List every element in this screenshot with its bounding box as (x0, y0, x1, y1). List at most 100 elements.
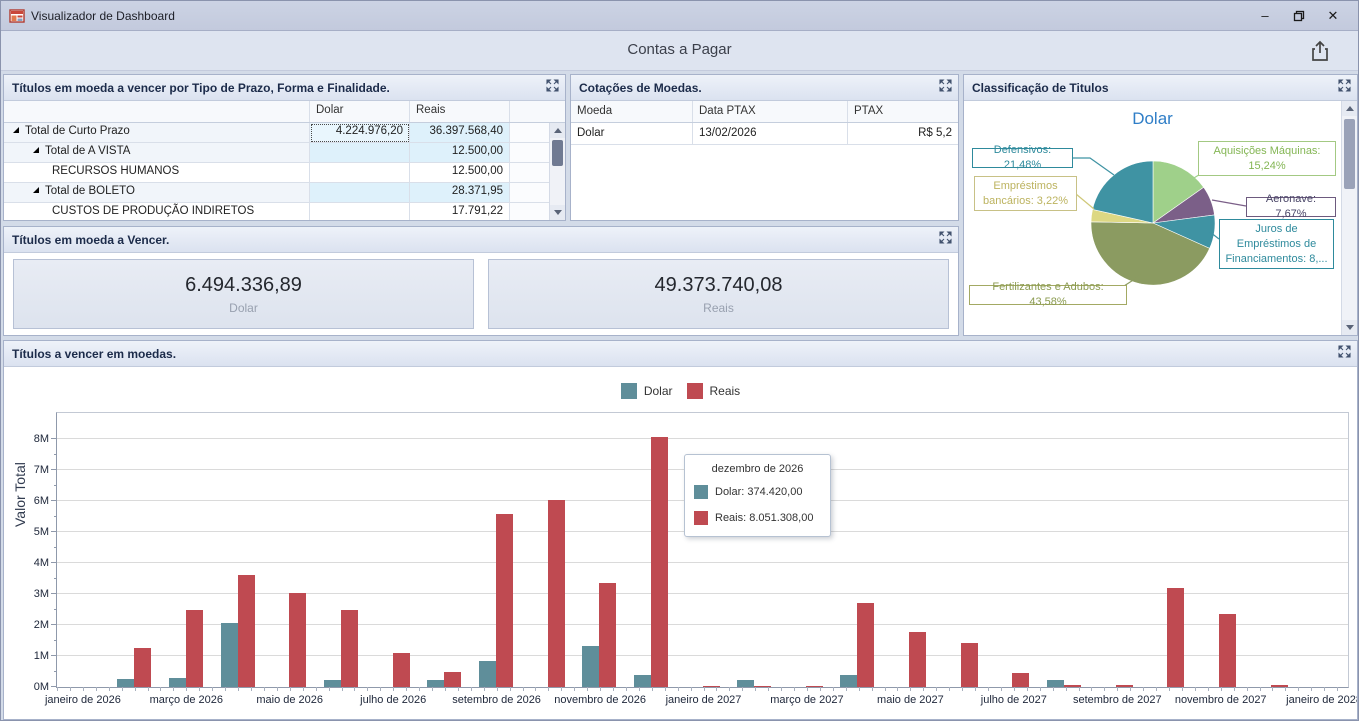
column-header-dolar[interactable]: Dolar (310, 101, 410, 122)
bar-reais-8[interactable] (444, 672, 461, 688)
row-label[interactable]: CUSTOS DE PRODUÇÃO INDIRETOS (4, 203, 310, 220)
bar-dolar-14[interactable] (737, 680, 754, 687)
bar-reais-19[interactable] (1012, 673, 1029, 687)
bar-reais-23[interactable] (1219, 614, 1236, 687)
bar-reais-18[interactable] (961, 643, 978, 687)
cell-dolar[interactable]: 4.224.976,20 (310, 123, 410, 143)
tree-table-column-headers[interactable]: Dolar Reais (4, 101, 565, 123)
cell-moeda[interactable]: Dolar (571, 123, 693, 144)
cell-dolar[interactable] (310, 143, 410, 163)
legend-label: Reais (710, 384, 741, 398)
bar-reais-11[interactable] (599, 583, 616, 687)
export-button[interactable] (1308, 39, 1332, 63)
table-row[interactable]: CUSTOS DE PRODUÇÃO INDIRETOS 17.791,22 (4, 203, 565, 220)
expanded-node-icon[interactable] (12, 126, 20, 134)
table-row[interactable]: Total de BOLETO 28.371,95 (4, 183, 565, 203)
scroll-up-button[interactable] (550, 123, 565, 138)
kpi-card-dolar[interactable]: 6.494.336,89 Dolar (13, 259, 474, 329)
maximize-panel-button[interactable] (939, 231, 952, 249)
cell-ptax[interactable]: R$ 5,2 (848, 123, 958, 144)
x-tick (510, 687, 511, 691)
x-tick (574, 687, 575, 691)
bar-reais-22[interactable] (1167, 588, 1184, 687)
bar-dolar-16[interactable] (840, 675, 857, 687)
column-header-ptax[interactable]: PTAX (848, 101, 958, 122)
bar-reais-10[interactable] (548, 500, 565, 687)
cell-data-ptax[interactable]: 13/02/2026 (693, 123, 848, 144)
bar-reais-9[interactable] (496, 514, 513, 687)
row-label[interactable]: Total de Curto Prazo (4, 123, 310, 143)
legend-item-reais[interactable]: Reais (687, 383, 741, 399)
row-label[interactable]: RECURSOS HUMANOS (4, 163, 310, 183)
bar-reais-7[interactable] (393, 653, 410, 687)
quotes-table: Moeda Data PTAX PTAX Dolar 13/02/2026 R$… (571, 101, 958, 220)
column-header-blank[interactable] (4, 101, 310, 122)
legend-item-dolar[interactable]: Dolar (621, 383, 673, 399)
row-label[interactable]: Total de A VISTA (4, 143, 310, 163)
table-row[interactable]: RECURSOS HUMANOS 12.500,00 (4, 163, 565, 183)
column-header-moeda[interactable]: Moeda (571, 101, 693, 122)
bar-dolar-6[interactable] (324, 680, 341, 687)
close-button[interactable]: ✕ (1316, 5, 1350, 27)
maximize-icon (939, 79, 952, 92)
bar-dolar-9[interactable] (479, 661, 496, 687)
bar-reais-2[interactable] (134, 648, 151, 687)
table-row[interactable]: Total de A VISTA 12.500,00 (4, 143, 565, 163)
bar-dolar-2[interactable] (117, 679, 134, 687)
x-tick (354, 687, 355, 691)
cell-reais[interactable]: 28.371,95 (410, 183, 510, 203)
scroll-down-button[interactable] (1342, 320, 1357, 335)
pie-panel-scrollbar[interactable] (1341, 101, 1357, 335)
maximize-panel-button[interactable] (546, 79, 559, 97)
bar-reais-3[interactable] (186, 610, 203, 687)
row-label[interactable]: Total de BOLETO (4, 183, 310, 203)
panel-title: Títulos a vencer em moedas. (12, 347, 1338, 361)
column-header-data-ptax[interactable]: Data PTAX (693, 101, 848, 122)
bar-dolar-8[interactable] (427, 680, 444, 687)
cell-reais[interactable]: 12.500,00 (410, 163, 510, 183)
cell-reais[interactable]: 36.397.568,40 (410, 123, 510, 143)
bar-reais-6[interactable] (341, 610, 358, 687)
minimize-button[interactable]: – (1248, 5, 1282, 27)
bar-dolar-20[interactable] (1047, 680, 1064, 687)
bar-reais-4[interactable] (238, 575, 255, 687)
column-header-reais[interactable]: Reais (410, 101, 510, 122)
tree-table-scrollbar[interactable] (549, 123, 565, 220)
bar-dolar-4[interactable] (221, 623, 238, 687)
kpi-card-reais[interactable]: 49.373.740,08 Reais (488, 259, 949, 329)
scrollbar-thumb[interactable] (1344, 119, 1355, 189)
bar-reais-12[interactable] (651, 437, 668, 687)
x-tick (1324, 687, 1325, 691)
bar-dolar-11[interactable] (582, 646, 599, 687)
restore-button[interactable] (1282, 5, 1316, 27)
bar-dolar-12[interactable] (634, 675, 651, 687)
x-tick (1221, 687, 1222, 691)
x-tick (523, 687, 524, 691)
expanded-node-icon[interactable] (32, 146, 40, 154)
chart-tooltip: dezembro de 2026 Dolar: 374.420,00 Reais… (684, 454, 831, 537)
bar-reais-16[interactable] (857, 603, 874, 687)
expanded-node-icon[interactable] (32, 186, 40, 194)
quotes-column-headers[interactable]: Moeda Data PTAX PTAX (571, 101, 958, 123)
x-tick (910, 687, 911, 691)
scroll-down-button[interactable] (550, 205, 565, 220)
table-row[interactable]: Total de Curto Prazo4.224.976,2036.397.5… (4, 123, 565, 143)
x-tick (380, 687, 381, 691)
scrollbar-thumb[interactable] (552, 140, 563, 166)
cell-dolar[interactable] (310, 183, 410, 203)
x-tick (497, 687, 498, 691)
maximize-panel-button[interactable] (1338, 345, 1351, 363)
bar-reais-17[interactable] (909, 632, 926, 687)
cell-dolar[interactable] (310, 163, 410, 183)
bar-dolar-3[interactable] (169, 678, 186, 687)
panel-titulos-por-tipo: Títulos em moeda a vencer por Tipo de Pr… (3, 74, 566, 221)
maximize-panel-button[interactable] (1338, 79, 1351, 97)
maximize-panel-button[interactable] (939, 79, 952, 97)
table-row[interactable]: Dolar 13/02/2026 R$ 5,2 (571, 123, 958, 145)
cell-dolar[interactable] (310, 203, 410, 220)
bar-reais-5[interactable] (289, 593, 306, 687)
scroll-up-button[interactable] (1342, 101, 1357, 116)
x-tick (742, 687, 743, 691)
cell-reais[interactable]: 17.791,22 (410, 203, 510, 220)
cell-reais[interactable]: 12.500,00 (410, 143, 510, 163)
